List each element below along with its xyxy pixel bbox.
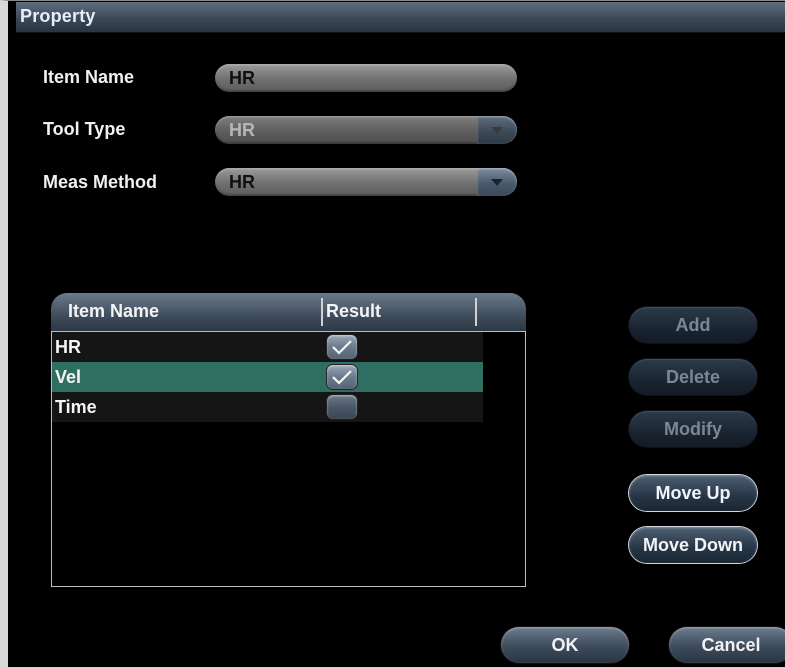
modify-button[interactable]: Modify xyxy=(629,411,757,447)
chevron-down-icon xyxy=(491,127,503,134)
meas-method-dropdown-button[interactable] xyxy=(477,168,517,196)
column-divider[interactable] xyxy=(321,298,323,326)
move-down-button[interactable]: Move Down xyxy=(629,527,757,563)
add-button[interactable]: Add xyxy=(629,307,757,343)
meas-method-select[interactable]: HR xyxy=(215,168,517,196)
tool-type-value: HR xyxy=(229,120,255,140)
table-body: HR Vel Time xyxy=(51,331,526,587)
chevron-down-icon xyxy=(491,179,503,186)
row-item-name: Time xyxy=(55,397,97,417)
checkmark-icon xyxy=(332,370,352,385)
tool-type-label: Tool Type xyxy=(43,119,126,139)
result-checkbox[interactable] xyxy=(327,335,357,359)
row-item-name: Vel xyxy=(55,367,82,387)
item-name-label: Item Name xyxy=(43,67,135,87)
items-table: Item Name Result HR Vel Time xyxy=(51,293,526,587)
cancel-button[interactable]: Cancel xyxy=(669,627,785,663)
result-checkbox[interactable] xyxy=(327,395,357,419)
ok-button[interactable]: OK xyxy=(501,627,629,663)
checkmark-icon xyxy=(332,340,352,355)
table-row[interactable]: Time xyxy=(52,392,483,422)
meas-method-label: Meas Method xyxy=(43,172,158,192)
meas-method-value: HR xyxy=(229,172,255,192)
column-header-item-name[interactable]: Item Name xyxy=(68,301,159,322)
property-dialog: Property Item Name HR Tool Type HR Meas … xyxy=(0,0,785,667)
tool-type-dropdown-button[interactable] xyxy=(477,116,517,144)
move-up-button[interactable]: Move Up xyxy=(629,475,757,511)
dialog-title: Property xyxy=(20,6,96,26)
item-name-value: HR xyxy=(229,68,255,88)
column-header-result[interactable]: Result xyxy=(326,301,381,322)
title-bar: Property xyxy=(16,2,785,33)
result-checkbox[interactable] xyxy=(327,365,357,389)
item-name-field[interactable]: HR xyxy=(215,64,517,92)
tool-type-select[interactable]: HR xyxy=(215,116,517,144)
table-header: Item Name Result xyxy=(51,293,526,331)
table-row[interactable]: HR xyxy=(52,332,483,362)
row-item-name: HR xyxy=(55,337,81,357)
table-row[interactable]: Vel xyxy=(52,362,483,392)
column-divider[interactable] xyxy=(475,298,477,326)
delete-button[interactable]: Delete xyxy=(629,359,757,395)
